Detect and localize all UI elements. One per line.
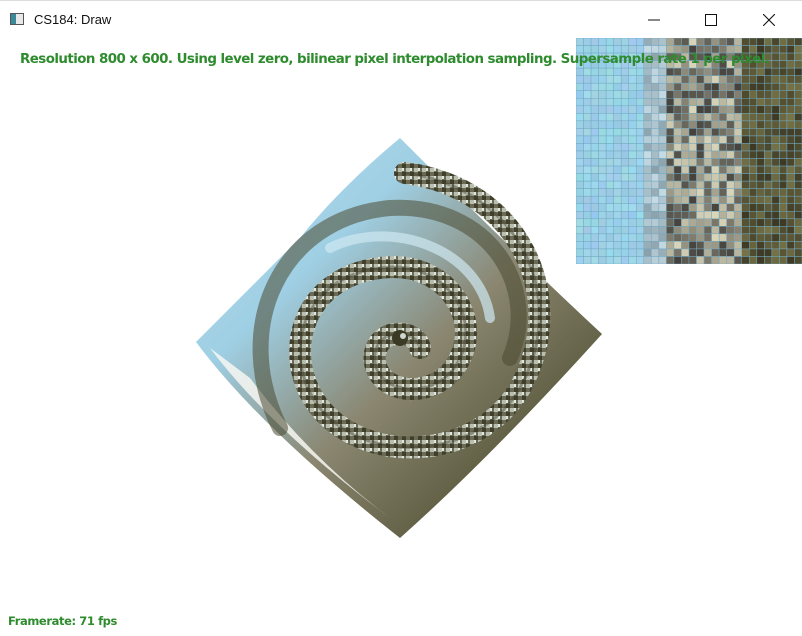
close-button[interactable]	[741, 1, 799, 39]
minimize-icon	[648, 19, 660, 21]
swirl-texture-render	[196, 138, 602, 538]
app-window-icon	[10, 13, 24, 25]
pixel-zoom-inspector	[576, 38, 802, 264]
framerate-readout: Framerate: 71 fps	[8, 614, 117, 628]
render-status-text: Resolution 800 x 600. Using level zero, …	[20, 52, 770, 67]
minimize-button[interactable]	[626, 1, 684, 39]
zoom-pixel-grid	[576, 38, 802, 264]
window-title: CS184: Draw	[34, 12, 112, 27]
close-icon	[763, 14, 775, 26]
app-window: CS184: Draw Resolution 800 x 600. Using …	[0, 0, 802, 636]
maximize-button[interactable]	[683, 1, 741, 39]
maximize-icon	[705, 14, 717, 26]
title-bar[interactable]: CS184: Draw	[0, 0, 802, 38]
